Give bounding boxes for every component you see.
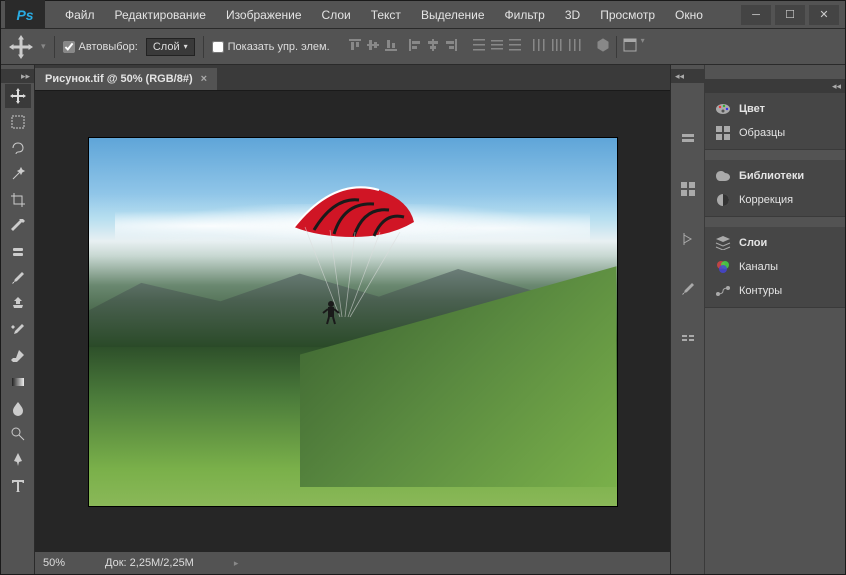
menu-view[interactable]: Просмотр (590, 4, 665, 26)
auto-select-scope[interactable]: Слой▾ (146, 38, 195, 56)
align-right-icon[interactable] (442, 36, 460, 54)
type-tool[interactable] (5, 474, 31, 498)
distribute-hcenter-icon[interactable] (548, 36, 566, 54)
status-bar: 50% Док: 2,25М/2,25М ▸ (35, 552, 670, 574)
close-tab-icon[interactable]: × (201, 73, 207, 85)
menu-text[interactable]: Текст (361, 4, 411, 26)
distribute-vcenter-icon[interactable] (488, 36, 506, 54)
menu-window[interactable]: Окно (665, 4, 713, 26)
workspace-switcher-icon[interactable] (621, 36, 639, 54)
menu-3d[interactable]: 3D (555, 4, 590, 26)
menu-file[interactable]: Файл (55, 4, 105, 26)
panel-libraries[interactable]: Библиотеки (705, 164, 845, 188)
brush-preset-icon[interactable] (676, 279, 700, 299)
marquee-tool[interactable] (5, 110, 31, 134)
brush-tool[interactable] (5, 266, 31, 290)
eyedropper-tool[interactable] (5, 214, 31, 238)
pen-tool[interactable] (5, 448, 31, 472)
menu-select[interactable]: Выделение (411, 4, 495, 26)
layers-icon (715, 235, 731, 251)
blur-tool[interactable] (5, 396, 31, 420)
adjustments-icon (715, 192, 731, 208)
app-logo: Ps (5, 0, 45, 30)
gradient-tool[interactable] (5, 370, 31, 394)
history-brush-tool[interactable] (5, 318, 31, 342)
icon-col-collapse[interactable]: ◂◂ (671, 69, 704, 83)
properties-icon[interactable] (676, 179, 700, 199)
maximize-button[interactable]: ☐ (775, 5, 805, 25)
align-bottom-icon[interactable] (382, 36, 400, 54)
minimize-button[interactable]: ─ (741, 5, 771, 25)
libraries-icon (715, 168, 731, 184)
menu-edit[interactable]: Редактирование (105, 4, 216, 26)
align-top-icon[interactable] (346, 36, 364, 54)
history-icon[interactable] (676, 129, 700, 149)
canvas[interactable] (88, 137, 618, 507)
panel-layers[interactable]: Слои (705, 231, 845, 255)
right-panels: ◂◂ ◂◂ Цвет Образцы Библиотеки Коррекция (670, 65, 845, 574)
swatches-icon (715, 125, 731, 141)
healing-brush-tool[interactable] (5, 240, 31, 264)
magic-wand-tool[interactable] (5, 162, 31, 186)
distribute-top-icon[interactable] (470, 36, 488, 54)
layer-comps-icon[interactable] (676, 329, 700, 349)
distribute-right-icon[interactable] (566, 36, 584, 54)
document-size: Док: 2,25М/2,25М (105, 557, 194, 569)
menu-image[interactable]: Изображение (216, 4, 312, 26)
panel-channels[interactable]: Каналы (705, 255, 845, 279)
show-transform-checkbox[interactable]: Показать упр. элем. (212, 41, 330, 53)
panel-color[interactable]: Цвет (705, 97, 845, 121)
move-tool[interactable] (5, 84, 31, 108)
menu-filter[interactable]: Фильтр (495, 4, 555, 26)
3d-mode-icon[interactable] (594, 36, 612, 54)
paraglider-lines (300, 222, 410, 322)
toolbox: ▸▸ (1, 65, 35, 574)
panel-column: ◂◂ Цвет Образцы Библиотеки Коррекция Сло… (705, 65, 845, 574)
panel-adjustments[interactable]: Коррекция (705, 188, 845, 212)
document-area: Рисунок.tif @ 50% (RGB/8#) × (35, 65, 670, 574)
panel-swatches[interactable]: Образцы (705, 121, 845, 145)
color-icon (715, 101, 731, 117)
paths-icon (715, 283, 731, 299)
align-left-icon[interactable] (406, 36, 424, 54)
auto-select-checkbox[interactable]: Автовыбор: (63, 41, 138, 53)
lasso-tool[interactable] (5, 136, 31, 160)
paraglider-pilot (321, 299, 341, 325)
crop-tool[interactable] (5, 188, 31, 212)
character-icon[interactable] (676, 229, 700, 249)
align-vcenter-icon[interactable] (364, 36, 382, 54)
clone-stamp-tool[interactable] (5, 292, 31, 316)
distribute-left-icon[interactable] (530, 36, 548, 54)
panel-col-collapse[interactable]: ◂◂ (705, 79, 845, 93)
move-tool-icon (9, 35, 33, 59)
toolbox-collapse[interactable]: ▸▸ (1, 69, 34, 83)
alignment-controls: ▾ (346, 36, 645, 58)
document-tabstrip: Рисунок.tif @ 50% (RGB/8#) × (35, 65, 670, 91)
dodge-tool[interactable] (5, 422, 31, 446)
menubar: Ps Файл Редактирование Изображение Слои … (1, 1, 845, 29)
panel-paths[interactable]: Контуры (705, 279, 845, 303)
options-bar: ▾ Автовыбор: Слой▾ Показать упр. элем. (1, 29, 845, 65)
channels-icon (715, 259, 731, 275)
close-button[interactable]: ✕ (809, 5, 839, 25)
distribute-bottom-icon[interactable] (506, 36, 524, 54)
zoom-level[interactable]: 50% (43, 557, 65, 569)
align-hcenter-icon[interactable] (424, 36, 442, 54)
document-tab[interactable]: Рисунок.tif @ 50% (RGB/8#) × (35, 68, 217, 90)
menu-layers[interactable]: Слои (312, 4, 361, 26)
eraser-tool[interactable] (5, 344, 31, 368)
collapsed-panel-icons: ◂◂ (671, 65, 705, 574)
